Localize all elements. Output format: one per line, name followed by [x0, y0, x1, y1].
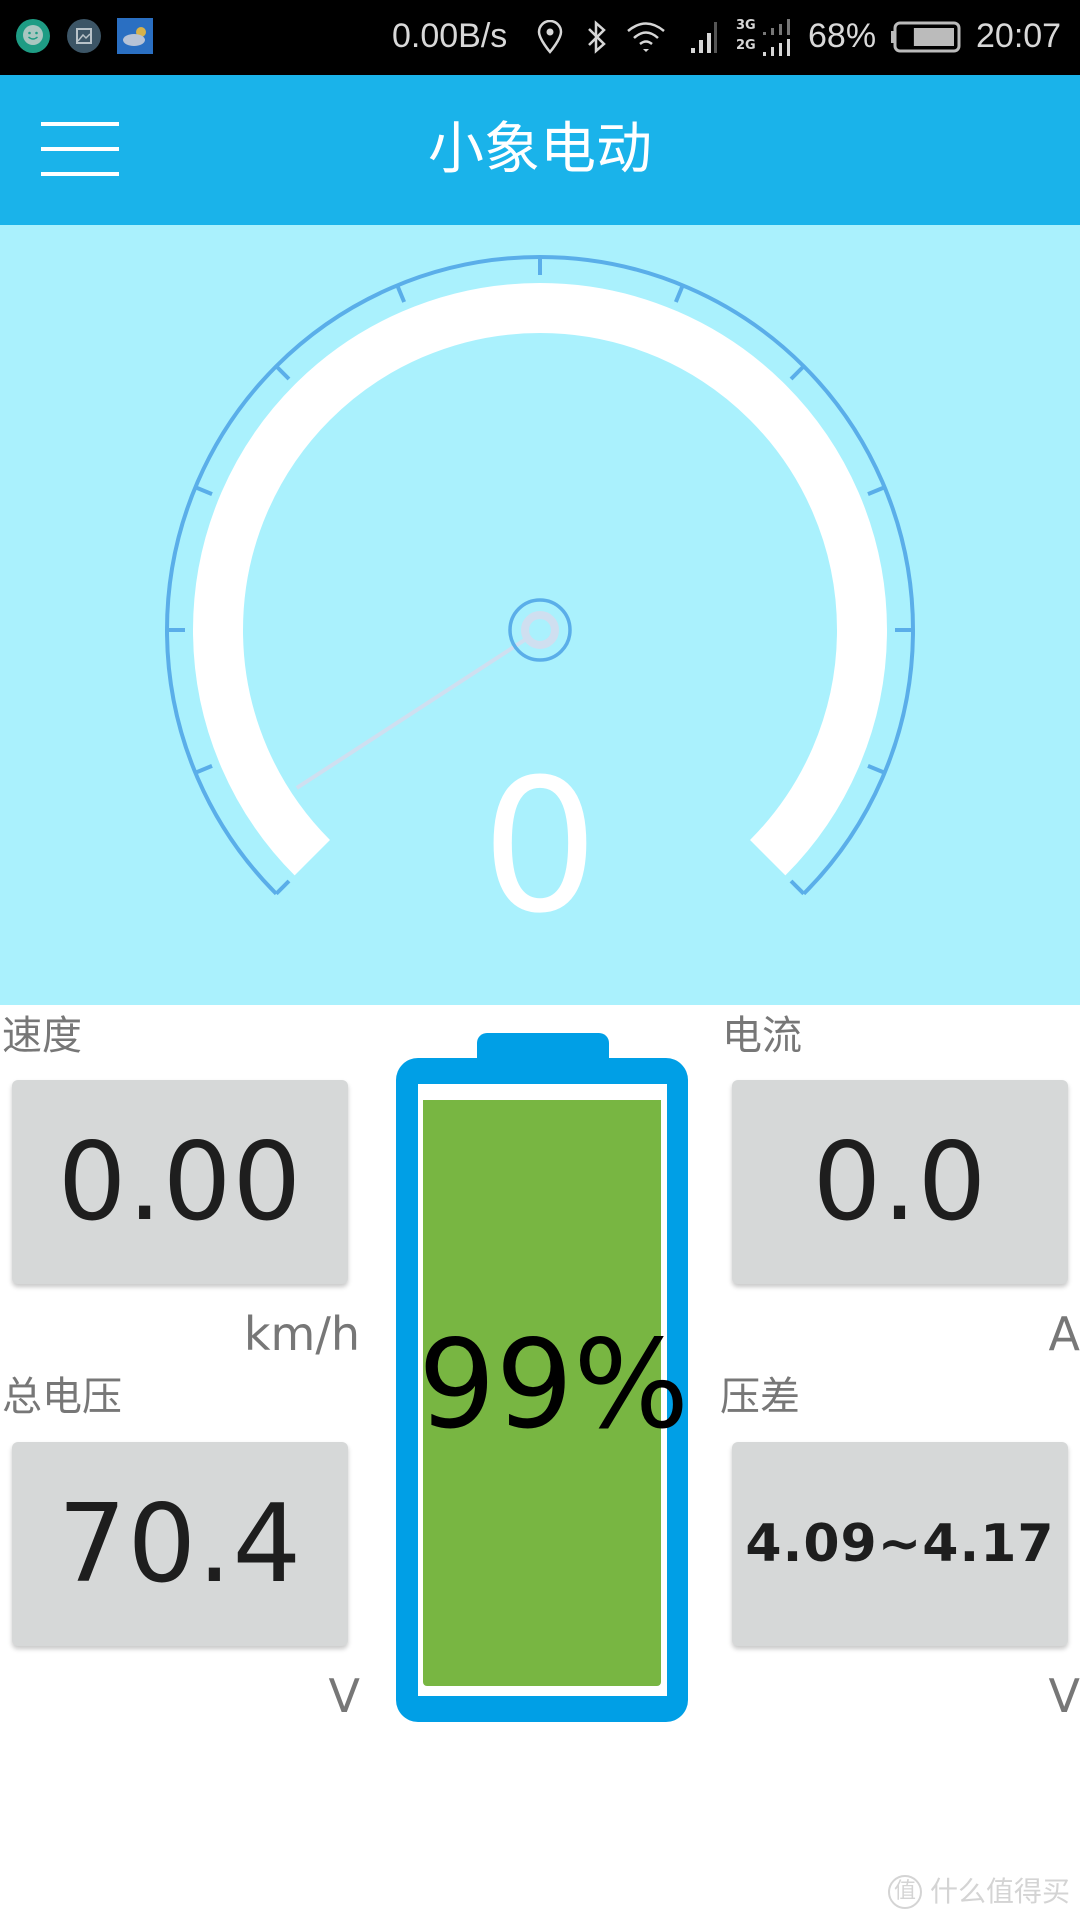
gauge-hub [521, 611, 559, 649]
watermark-text: 什么值得买 [929, 1875, 1070, 1908]
watermark: 值 什么值得买 [887, 1874, 1070, 1910]
voltage-diff-label: 压差 [720, 1374, 800, 1420]
gauge-dial: 0 [165, 255, 915, 954]
gauge-tick [789, 364, 806, 381]
current-value: 0.0 [812, 1119, 988, 1245]
battery-percent: 68% [808, 17, 877, 55]
network-speed: 0.00B/s [392, 17, 508, 55]
gauge-tick [867, 764, 886, 775]
app-title: 小象电动 [428, 117, 652, 182]
voltage-diff-card: 4.09~4.17 [732, 1442, 1068, 1646]
speed-label: 速度 [2, 1013, 82, 1059]
total-voltage-value: 70.4 [57, 1481, 303, 1607]
battery-icon [891, 21, 961, 53]
gauge-value: 0 [481, 740, 598, 954]
current-label: 电流 [722, 1013, 802, 1059]
speed-gauge: 0 [0, 225, 1080, 1005]
gauge-tick [674, 284, 685, 303]
gauge-tick [789, 879, 806, 896]
speed-unit: km/h [243, 1307, 360, 1361]
dual-sim-signal-icon: 3G 2G [736, 18, 792, 58]
speed-value: 0.00 [57, 1119, 303, 1245]
battery-percent-text: 99% [418, 1314, 690, 1456]
weather-icon [117, 18, 153, 54]
screenshot-icon [67, 19, 101, 53]
gauge-tick [395, 284, 406, 303]
current-card: 0.0 [732, 1080, 1068, 1284]
gauge-tick [194, 485, 213, 496]
status-bar: 0.00B/s 3G 2G 68% 20:07 [0, 0, 1080, 75]
current-unit: A [1048, 1307, 1080, 1361]
total-voltage-card: 70.4 [12, 1442, 348, 1646]
chat-bubble-icon [16, 19, 50, 53]
voltage-diff-value: 4.09~4.17 [745, 1514, 1055, 1574]
voltage-diff-unit: V [1048, 1669, 1080, 1723]
gauge-hub-ring [508, 598, 572, 662]
clock: 20:07 [976, 17, 1062, 55]
wifi-icon [627, 22, 665, 52]
battery-level [913, 28, 954, 46]
bluetooth-icon [588, 20, 606, 54]
gauge-tick [274, 364, 291, 381]
gauge-tick [274, 879, 291, 896]
total-voltage-label: 总电压 [2, 1374, 122, 1420]
location-icon [537, 20, 563, 54]
speed-card: 0.00 [12, 1080, 348, 1284]
total-voltage-unit: V [328, 1669, 360, 1723]
gauge-tick [867, 485, 886, 496]
signal-icon [691, 22, 717, 53]
watermark-badge-icon: 值 [887, 1875, 922, 1909]
gauge-tick [194, 764, 213, 775]
